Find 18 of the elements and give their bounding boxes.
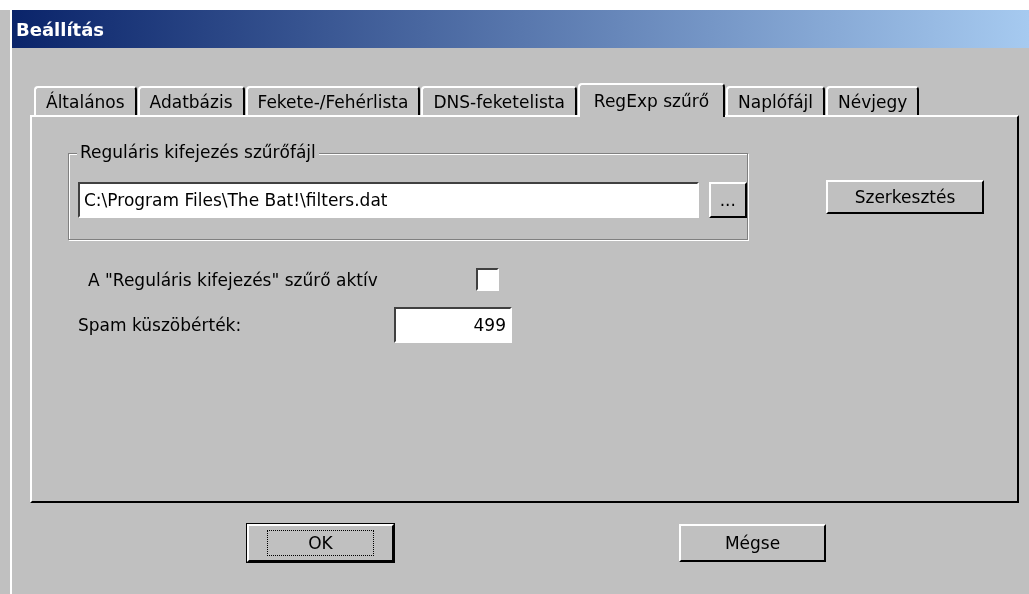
tab[interactable]: Adatbázis	[137, 86, 245, 115]
window-title: Beállítás	[16, 18, 105, 40]
tab[interactable]: Általános	[34, 86, 137, 115]
checkbox-label: A "Reguláris kifejezés" szűrő aktív	[87, 269, 379, 290]
checkbox[interactable]	[476, 268, 499, 291]
group-title: Reguláris kifejezés szűrőfájl	[77, 142, 319, 162]
browse-button[interactable]: ...	[708, 182, 747, 218]
tab[interactable]: Névjegy	[826, 86, 920, 115]
ok-button[interactable]: OK	[247, 524, 394, 562]
threshold-field[interactable]: 499	[394, 307, 512, 343]
tab[interactable]: DNS-feketelista	[421, 86, 577, 115]
cancel-button[interactable]: Mégse	[679, 524, 826, 562]
file-path-field[interactable]: C:\Program Files\The Bat!\filters.dat	[78, 182, 699, 218]
threshold-label: Spam küszöbérték:	[77, 315, 243, 335]
tab[interactable]: RegExp szűrő	[577, 83, 726, 117]
edit-button[interactable]: Szerkesztés	[826, 180, 984, 214]
tab[interactable]: Fekete-/Fehérlista	[245, 86, 421, 115]
tab[interactable]: Naplófájl	[726, 86, 825, 115]
